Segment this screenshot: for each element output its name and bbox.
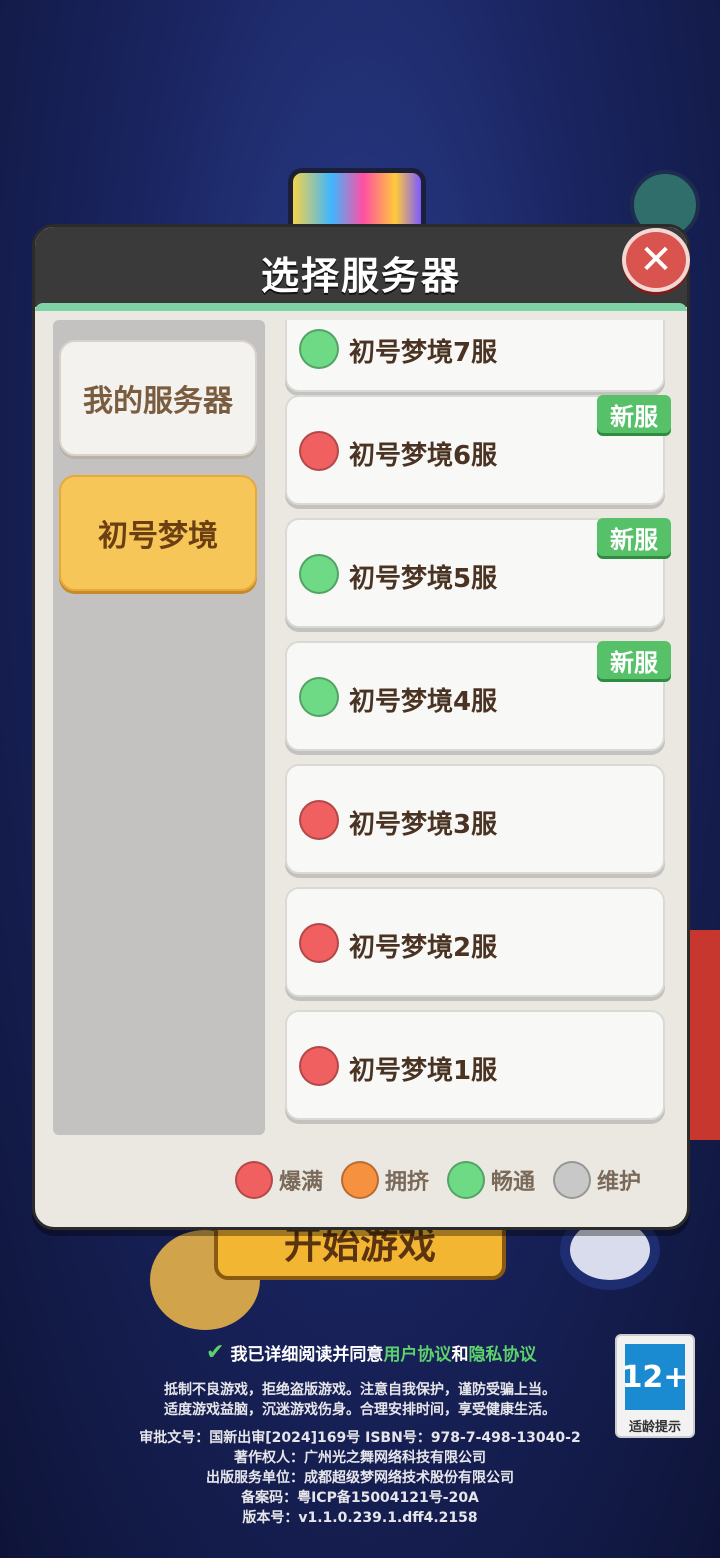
version-number: 版本号：v1.1.0.239.1.dff4.2158 — [242, 1510, 478, 1526]
sidebar-item-label: 初号梦境 — [98, 519, 218, 554]
status-dot — [299, 431, 339, 471]
sidebar-item-chuhao-mengjing[interactable]: 初号梦境 — [59, 475, 257, 591]
server-name: 初号梦境1服 — [349, 1056, 498, 1086]
server-select-dialog: 选择服务器 我的服务器 初号梦境 初号梦境7服 初号梦境6服 新服 初号梦境5服… — [32, 224, 690, 1230]
header-divider — [35, 303, 687, 311]
legend-label: 爆满 — [279, 1170, 324, 1195]
server-list[interactable]: 初号梦境7服 初号梦境6服 新服 初号梦境5服 新服 初号梦境4服 新服 初号梦… — [283, 320, 673, 1140]
server-card[interactable]: 初号梦境5服 新服 — [285, 518, 671, 628]
status-dot — [299, 329, 339, 369]
age-rating-badge[interactable]: 12+ 适龄提示 — [615, 1334, 695, 1438]
server-name: 初号梦境2服 — [349, 933, 498, 963]
legend-label: 畅通 — [491, 1170, 536, 1195]
publisher: 出版服务单位：成都超级梦网络技术股份有限公司 — [206, 1470, 514, 1486]
server-card[interactable]: 初号梦境7服 — [285, 320, 665, 392]
status-dot — [299, 1046, 339, 1086]
status-dot — [299, 800, 339, 840]
license-info: 审批文号：国新出审[2024]169号 ISBN号：978-7-498-1304… — [0, 1428, 720, 1528]
new-server-badge: 新服 — [597, 641, 671, 679]
server-card[interactable]: 初号梦境1服 — [285, 1010, 665, 1120]
sidebar-item-label: 我的服务器 — [83, 384, 233, 419]
sidebar-item-my-servers[interactable]: 我的服务器 — [59, 340, 257, 456]
server-card[interactable]: 初号梦境3服 — [285, 764, 665, 874]
user-agreement-link[interactable]: 用户协议 — [383, 1340, 451, 1365]
legend-item-crowded: 拥挤 — [341, 1161, 429, 1199]
age-rating-label: 适龄提示 — [628, 1420, 681, 1435]
privacy-agreement-link[interactable]: 隐私协议 — [468, 1340, 536, 1365]
legend-dot — [447, 1161, 486, 1199]
legend-dot — [553, 1161, 592, 1199]
status-dot — [299, 923, 339, 963]
dialog-title: 选择服务器 — [260, 254, 461, 298]
legend-dot — [341, 1161, 380, 1199]
server-name: 初号梦境5服 — [349, 564, 498, 594]
approval-number: 审批文号：国新出审[2024]169号 ISBN号：978-7-498-1304… — [139, 1430, 581, 1446]
legend-label: 拥挤 — [385, 1170, 430, 1195]
new-server-badge: 新服 — [597, 518, 671, 556]
notice-line: 抵制不良游戏，拒绝盗版游戏。注意自我保护，谨防受骗上当。 — [164, 1382, 556, 1398]
status-dot — [299, 677, 339, 717]
legend-item-smooth: 畅通 — [447, 1161, 535, 1199]
agree-and: 和 — [451, 1345, 469, 1365]
age-rating-value: 12+ — [622, 1344, 688, 1410]
dialog-header: 选择服务器 — [35, 227, 687, 307]
notice-line: 适度游戏益脑，沉迷游戏伤身。合理安排时间，享受健康生活。 — [164, 1402, 556, 1418]
new-server-badge: 新服 — [597, 395, 671, 433]
legend-item-full: 爆满 — [235, 1161, 323, 1199]
legend-item-maintenance: 维护 — [553, 1161, 641, 1199]
server-card[interactable]: 初号梦境2服 — [285, 887, 665, 997]
checkmark-icon[interactable]: ✔ — [206, 1340, 224, 1365]
close-button[interactable]: ✕ — [622, 228, 690, 292]
server-name: 初号梦境3服 — [349, 810, 498, 840]
legend-label: 维护 — [597, 1170, 642, 1195]
server-card[interactable]: 初号梦境4服 新服 — [285, 641, 671, 751]
status-legend: 爆满 拥挤 畅通 维护 — [235, 1161, 659, 1199]
icp-number: 备案码：粤ICP备15004121号-20A — [241, 1490, 479, 1506]
server-name: 初号梦境4服 — [349, 687, 498, 717]
background-banner — [686, 930, 720, 1140]
close-icon: ✕ — [639, 237, 673, 283]
agreement-checkbox-row[interactable]: ✔ 我已详细阅读并同意 用户协议 和 隐私协议 — [206, 1340, 536, 1365]
server-card[interactable]: 初号梦境6服 新服 — [285, 395, 671, 505]
agree-prefix: 我已详细阅读并同意 — [230, 1345, 384, 1365]
legend-dot — [235, 1161, 273, 1199]
server-group-sidebar: 我的服务器 初号梦境 — [53, 320, 265, 1135]
status-dot — [299, 554, 339, 594]
copyright-holder: 著作权人：广州光之舞网络科技有限公司 — [234, 1450, 486, 1466]
health-notice: 抵制不良游戏，拒绝盗版游戏。注意自我保护，谨防受骗上当。 适度游戏益脑，沉迷游戏… — [0, 1380, 720, 1420]
server-name: 初号梦境7服 — [349, 338, 498, 368]
server-name: 初号梦境6服 — [349, 441, 498, 471]
